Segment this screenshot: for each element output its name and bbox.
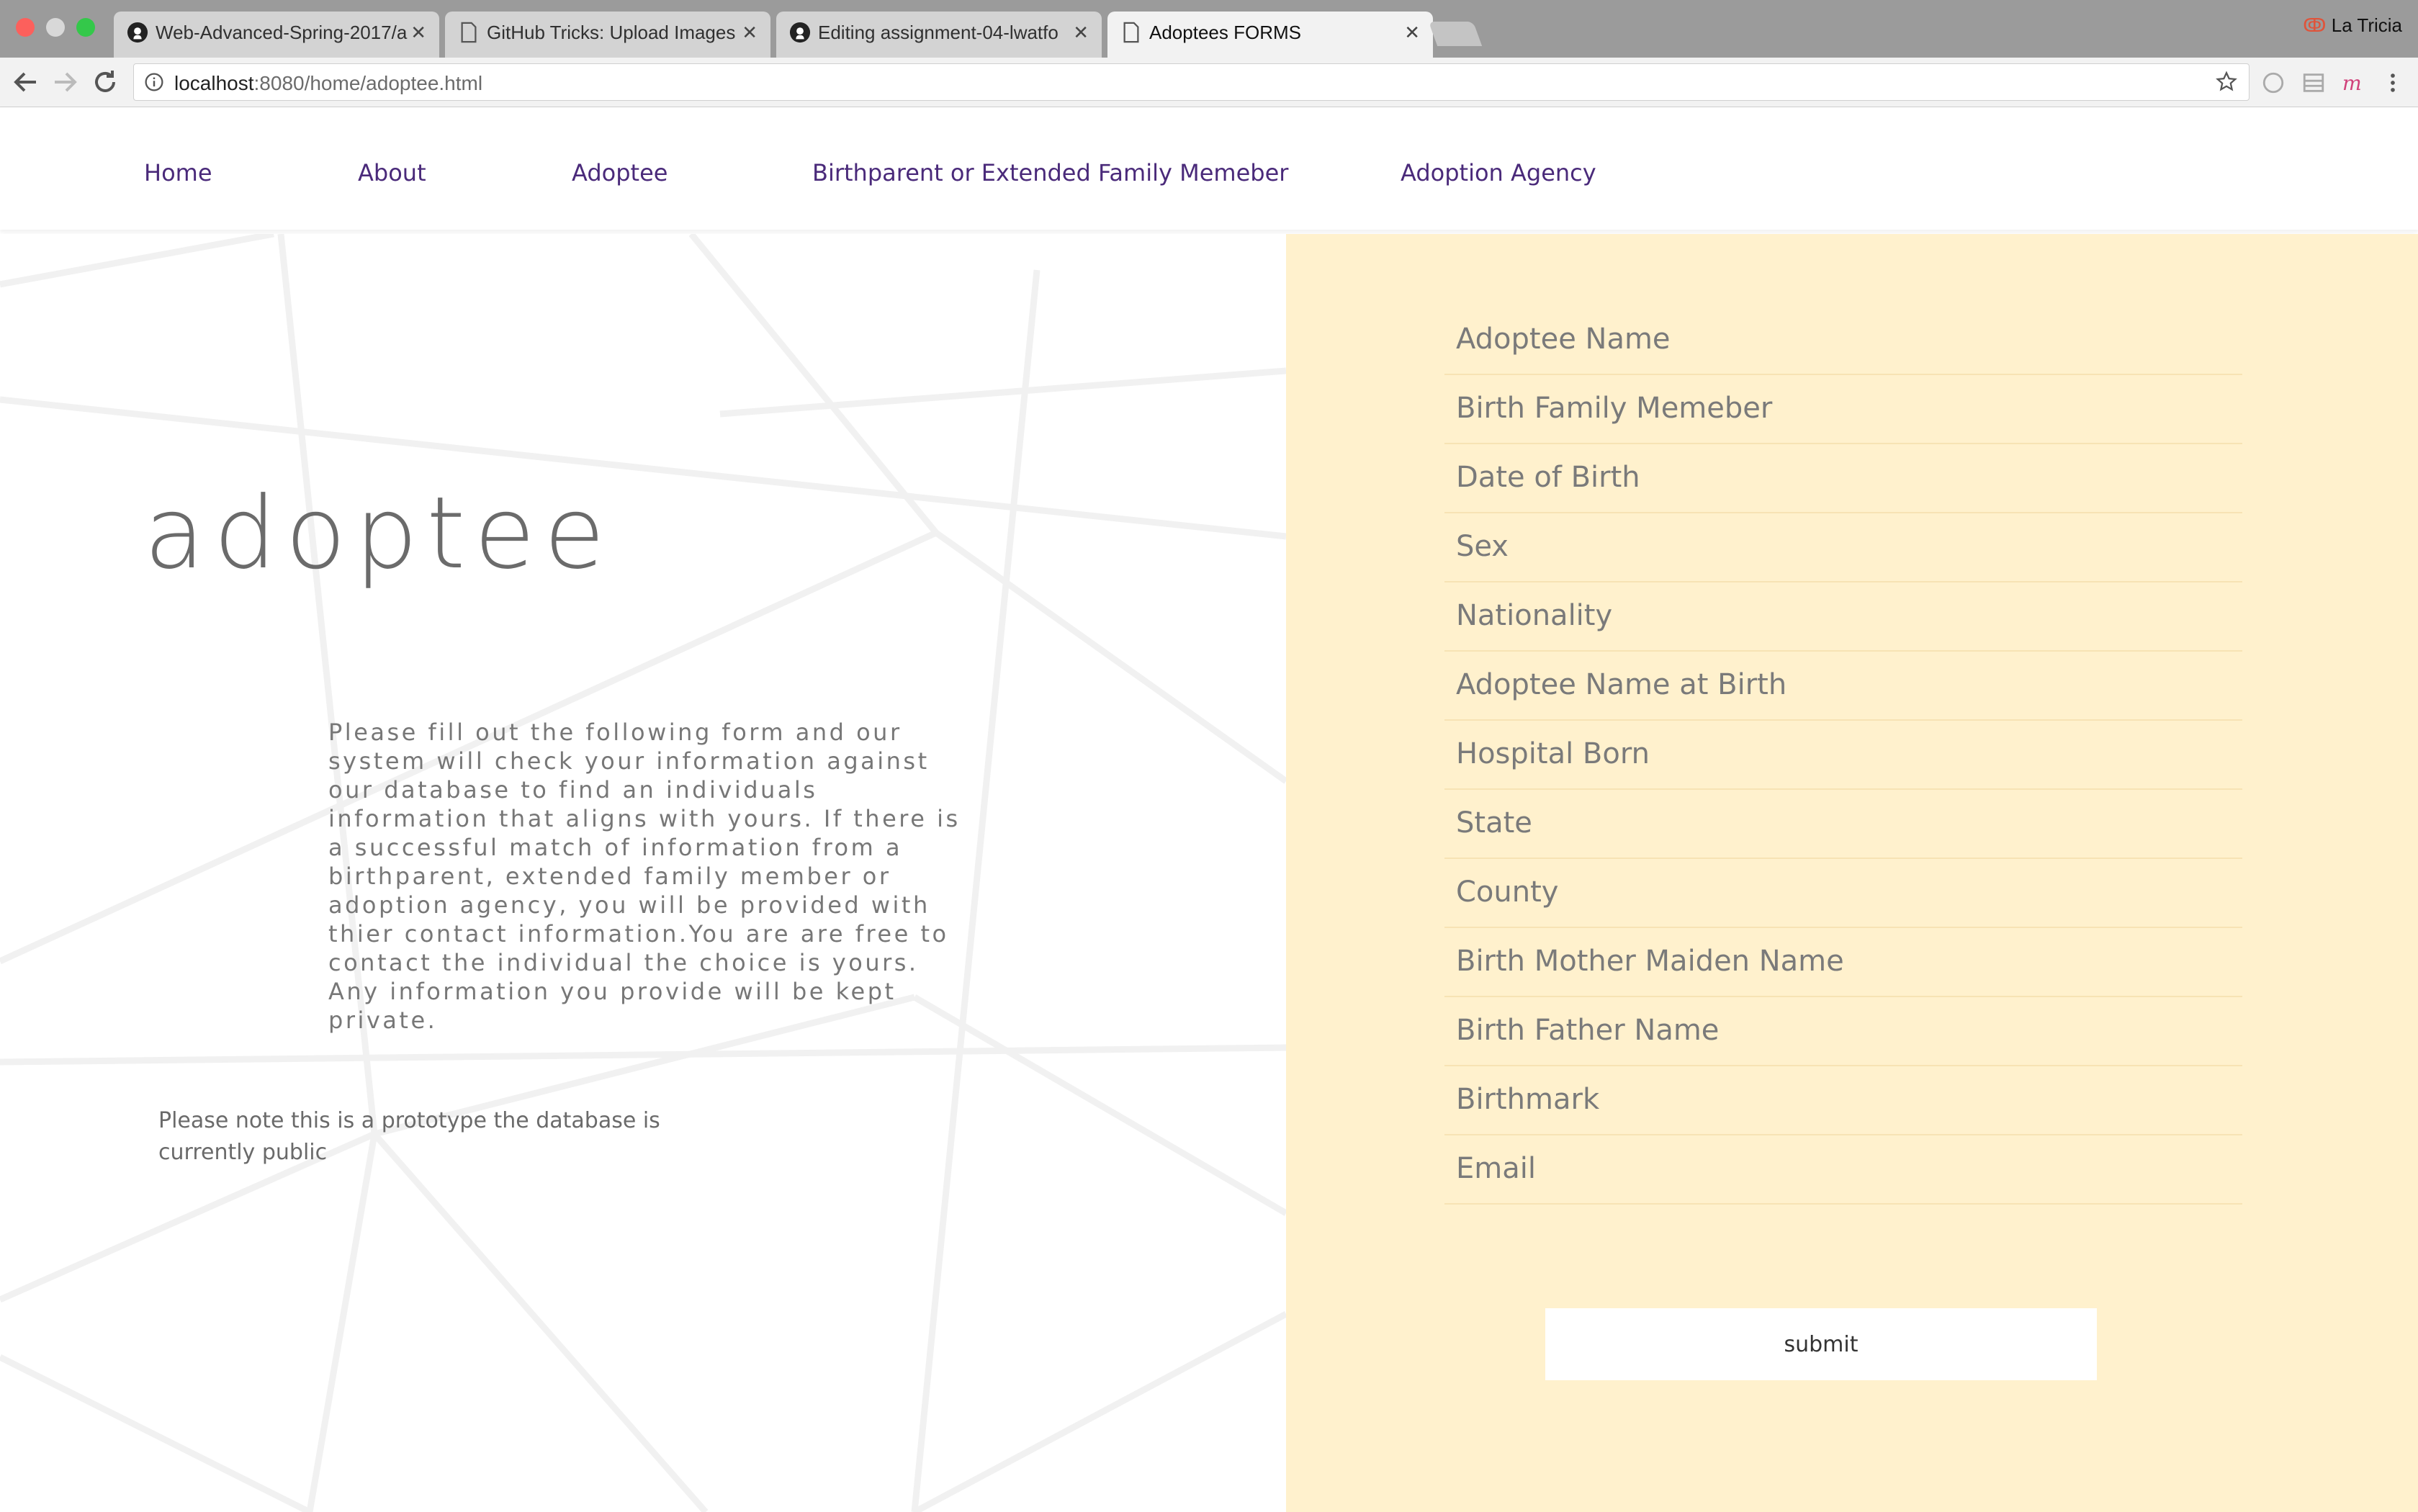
prototype-note: Please note this is a prototype the data… — [158, 1108, 660, 1165]
field-adoptee-name — [1444, 306, 2242, 375]
maximize-window-button[interactable] — [76, 18, 95, 37]
field-county — [1444, 859, 2242, 928]
field-birth-family-member — [1444, 375, 2242, 444]
menu-kebab-icon[interactable] — [2381, 71, 2405, 95]
nav-link-adoptee[interactable]: Adoptee — [572, 159, 668, 186]
tab-title: Web-Advanced-Spring-2017/a — [156, 22, 408, 43]
url-text: localhost:8080/home/adoptee.html — [174, 72, 483, 94]
svg-text:m: m — [2342, 71, 2362, 95]
field-father-name — [1444, 997, 2242, 1066]
hospital-born-input[interactable] — [1444, 721, 2242, 787]
field-date-of-birth — [1444, 444, 2242, 513]
date-of-birth-input[interactable] — [1444, 444, 2242, 510]
document-icon — [461, 22, 477, 43]
close-window-button[interactable] — [16, 18, 35, 37]
county-input[interactable] — [1444, 859, 2242, 925]
state-input[interactable] — [1444, 790, 2242, 856]
info-icon[interactable] — [144, 72, 164, 92]
field-hospital-born — [1444, 721, 2242, 790]
mother-maiden-name-input[interactable] — [1444, 928, 2242, 994]
email-input[interactable] — [1444, 1135, 2242, 1202]
submit-button[interactable]: submit — [1545, 1308, 2097, 1380]
reload-icon[interactable] — [88, 65, 122, 99]
intro-panel: adoptee Please fill out the following fo… — [0, 234, 1286, 1512]
address-bar[interactable]: localhost:8080/home/adoptee.html — [133, 63, 2250, 101]
new-tab-button[interactable] — [1428, 22, 1483, 46]
extension-circle-icon[interactable] — [2261, 71, 2286, 95]
field-birthmark — [1444, 1066, 2242, 1135]
github-icon — [789, 22, 811, 43]
field-nationality — [1444, 582, 2242, 652]
forward-arrow-icon[interactable] — [48, 65, 82, 99]
close-tab-icon[interactable]: ✕ — [410, 12, 426, 53]
extension-m-icon[interactable]: m — [2340, 71, 2365, 95]
browser-tab-active[interactable]: Adoptees FORMS ✕ — [1107, 12, 1433, 58]
browser-tab[interactable]: Editing assignment-04-lwatfo ✕ — [776, 12, 1102, 58]
site-navigation: Home About Adoptee Birthparent or Extend… — [0, 107, 2418, 230]
birthmark-input[interactable] — [1444, 1066, 2242, 1133]
profile-icon: ↂ — [2303, 14, 2327, 36]
field-name-at-birth — [1444, 652, 2242, 721]
minimize-window-button[interactable] — [46, 18, 65, 37]
adoptee-name-input[interactable] — [1444, 306, 2242, 372]
adoptee-form-panel: submit — [1286, 234, 2418, 1512]
nationality-input[interactable] — [1444, 582, 2242, 649]
browser-tab-bar: Web-Advanced-Spring-2017/a ✕ GitHub Tric… — [0, 0, 2418, 58]
extension-grid-icon[interactable] — [2301, 71, 2326, 95]
tab-title: Editing assignment-04-lwatfo — [818, 22, 1059, 43]
browser-tab[interactable]: Web-Advanced-Spring-2017/a ✕ — [114, 12, 439, 58]
field-state — [1444, 790, 2242, 859]
github-icon — [127, 22, 148, 43]
close-tab-icon[interactable]: ✕ — [1073, 12, 1089, 53]
field-sex — [1444, 513, 2242, 582]
back-arrow-icon[interactable] — [9, 65, 43, 99]
nav-link-about[interactable]: About — [358, 159, 426, 186]
intro-paragraph: Please fill out the following form and o… — [328, 719, 961, 1034]
nav-link-home[interactable]: Home — [144, 159, 212, 186]
tab-title: Adoptees FORMS — [1149, 22, 1301, 43]
birth-family-member-input[interactable] — [1444, 375, 2242, 441]
sex-input[interactable] — [1444, 513, 2242, 580]
field-mother-maiden-name — [1444, 928, 2242, 997]
bookmark-star-icon[interactable] — [2214, 70, 2239, 94]
father-name-input[interactable] — [1444, 997, 2242, 1063]
nav-link-birthparent[interactable]: Birthparent or Extended Family Memeber — [812, 159, 1288, 186]
browser-tab[interactable]: GitHub Tricks: Upload Images ✕ — [445, 12, 770, 58]
close-tab-icon[interactable]: ✕ — [1404, 12, 1420, 53]
profile-name[interactable]: ↂ La Tricia — [2303, 14, 2402, 37]
nav-link-adoption-agency[interactable]: Adoption Agency — [1401, 159, 1596, 186]
page-title: adoptee — [144, 475, 614, 591]
name-at-birth-input[interactable] — [1444, 652, 2242, 718]
tab-title: GitHub Tricks: Upload Images — [487, 22, 736, 43]
field-email — [1444, 1135, 2242, 1205]
document-icon — [1123, 22, 1139, 43]
browser-toolbar: localhost:8080/home/adoptee.html m — [0, 58, 2418, 107]
close-tab-icon[interactable]: ✕ — [742, 12, 758, 53]
